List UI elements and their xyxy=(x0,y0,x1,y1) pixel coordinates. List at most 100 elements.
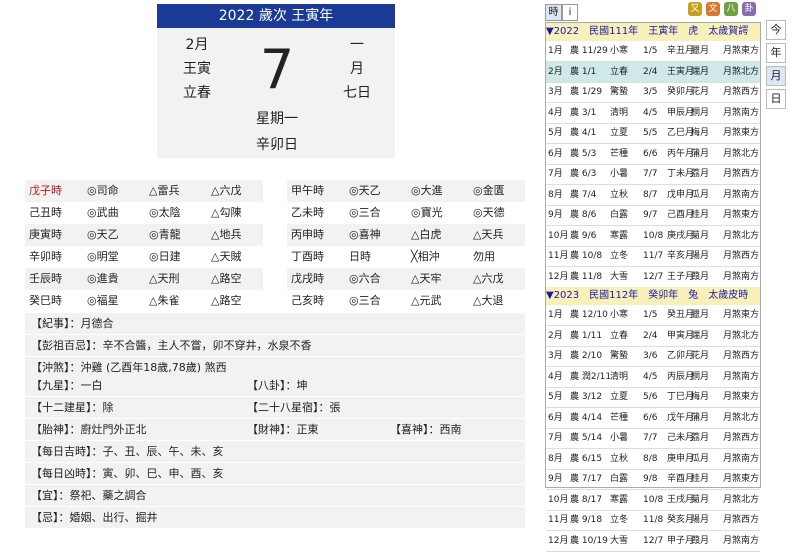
month-cell: 月煞東方 xyxy=(723,392,760,402)
lunar-month-number: 一 xyxy=(350,37,364,53)
hour-name: 甲午時 xyxy=(291,184,324,197)
hour-name: 戊子時 xyxy=(29,184,62,197)
hour-attr: ◎天乙 xyxy=(87,228,119,241)
hour-name: 己丑時 xyxy=(29,206,62,219)
month-row[interactable]: 8月農 7/4 立秋 8/7 戊申月 瓜月 月煞南方 xyxy=(546,185,760,206)
hour-attr: ◎天德 xyxy=(473,206,505,219)
month-row[interactable]: 3月農 2/10 驚蟄 3/6 乙卯月 花月 月煞西方 xyxy=(546,346,760,367)
month-cell: 3/5 xyxy=(643,87,658,97)
month-cell: 桐月 xyxy=(691,371,710,382)
month-row[interactable]: 12月農 10/19 大雪 12/7 甲子月 葭月 月煞南方 xyxy=(546,531,760,552)
month-cell: 月煞西方 xyxy=(723,169,760,179)
month-cell: 己未月 xyxy=(667,433,695,443)
month-row[interactable]: 11月農 9/18 立冬 11/8 癸亥月 陽月 月煞西方 xyxy=(546,510,760,531)
year-section-header[interactable]: ▼2023 民國112年 癸卯年 兔 太歲皮時 xyxy=(546,287,760,305)
month-row[interactable]: 4月農 3/1 清明 4/5 甲辰月 桐月 月煞南方 xyxy=(546,103,760,124)
month-cell: 農 潤2/11 xyxy=(570,371,612,382)
month-cell: 葭月 xyxy=(691,271,710,282)
month-cell: 芒種 xyxy=(610,148,629,159)
month-cell: 花月 xyxy=(691,87,710,97)
icon-2[interactable]: 文 xyxy=(706,2,720,16)
month-row[interactable]: 11月農 10/8 立冬 11/7 辛亥月 陽月 月煞西方 xyxy=(546,246,760,267)
month-row[interactable]: 12月農 11/8 大雪 12/7 王子月 葭月 月煞南方 xyxy=(546,267,760,288)
icon-3[interactable]: 八 xyxy=(724,2,738,16)
month-cell: 4月 xyxy=(548,371,563,382)
info-pengzu: 【彭祖百忌】：辛不合醬，主人不嘗，卯不穿井，水泉不香 xyxy=(25,335,525,356)
month-row[interactable]: 6月農 4/14 芒種 6/6 戊午月 蒲月 月煞北方 xyxy=(546,408,760,429)
icon-1[interactable]: 又 xyxy=(688,2,702,16)
month-row[interactable]: 7月農 6/3 小暑 7/7 丁未月 荔月 月煞西方 xyxy=(546,164,760,185)
month-cell: 農 3/1 xyxy=(570,107,597,118)
month-row[interactable]: 7月農 5/14 小暑 7/7 己未月 荔月 月煞西方 xyxy=(546,428,760,449)
hour-attr: ◎青龍 xyxy=(149,228,181,241)
month-cell: 6/6 xyxy=(643,412,658,423)
month-cell: 6/6 xyxy=(643,148,658,159)
year-view-button[interactable]: 年 xyxy=(766,43,786,63)
month-row[interactable]: 3月農 1/29 驚蟄 3/5 癸卯月 花月 月煞西方 xyxy=(546,82,760,103)
hour-attr: ◎福星 xyxy=(87,294,119,307)
month-cell: 寒露 xyxy=(610,230,629,241)
month-cell: 丙午月 xyxy=(667,148,695,159)
month-cell: 月煞西方 xyxy=(723,251,760,261)
month-cell: 寒露 xyxy=(610,494,629,505)
month-cell: 桂月 xyxy=(691,474,710,484)
calendar-list: ▼2022 民國111年 王寅年 虎 太歲賀諤 1月農 11/29 小寒 1/5 辛丑月… xyxy=(545,22,761,552)
month-cell: 農 7/17 xyxy=(570,474,603,484)
hour-attr: ◎太陰 xyxy=(149,206,181,219)
hour-name: 乙未時 xyxy=(291,206,324,219)
hour-row: 戊戌時 ◎六合 △天牢 △六戊 xyxy=(287,268,525,290)
month-cell: 2/4 xyxy=(643,66,658,77)
month-row[interactable]: 4月農 潤2/11 清明 4/5 丙辰月 桐月 月煞南方 xyxy=(546,367,760,388)
month-cell: 月煞西方 xyxy=(723,87,760,97)
hour-row: 戊子時 ◎司命 △雷兵 △六戊 xyxy=(25,180,263,202)
month-cell: 癸卯月 xyxy=(667,87,695,97)
month-row[interactable]: 5月農 4/1 立夏 5/5 乙巳月 梅月 月煞東方 xyxy=(546,123,760,144)
hour-name: 丙申時 xyxy=(291,228,324,241)
month-cell: 農 11/29 xyxy=(570,46,608,56)
hour-row: 癸巳時 ◎福星 △朱雀 △路空 xyxy=(25,290,263,312)
month-cell: 庚戌月 xyxy=(667,230,695,241)
month-row[interactable]: 9月農 8/6 白露 9/7 己酉月 桂月 月煞東方 xyxy=(546,205,760,226)
month-row[interactable]: 2月農 1/1 立春 2/4 王寅月 端月 月煞北方 xyxy=(546,61,760,83)
month-cell: 陽月 xyxy=(691,515,710,525)
month-view-button[interactable]: 月 xyxy=(766,66,786,86)
xiusu-text: 【二十八星宿】：張 xyxy=(247,401,341,414)
month-cell: 月煞北方 xyxy=(723,230,760,241)
info-jishi-hours: 【每日吉時】：子、丑、辰、午、未、亥 xyxy=(25,441,525,462)
hour-attr: ◎大進 xyxy=(411,184,443,197)
month-cell: 月煞東方 xyxy=(723,210,760,220)
month-row[interactable]: 10月農 9/6 寒露 10/8 庚戌月 菊月 月煞北方 xyxy=(546,226,760,247)
info-xiongshi-hours: 【每日凶時】：寅、卯、巳、申、酉、亥 xyxy=(25,463,525,484)
tab-info[interactable]: i xyxy=(562,4,578,21)
year-section-header[interactable]: ▼2022 民國111年 王寅年 虎 太歲賀諤 xyxy=(546,23,760,41)
month-cell: 月煞北方 xyxy=(723,412,760,423)
hour-attr: △六戊 xyxy=(473,272,504,285)
hour-attr: ◎武曲 xyxy=(87,206,119,219)
month-cell: 小寒 xyxy=(610,46,629,56)
month-cell: 大雪 xyxy=(610,271,629,282)
month-row[interactable]: 9月農 7/17 白露 9/8 辛酉月 桂月 月煞東方 xyxy=(546,469,760,490)
month-cell: 4/5 xyxy=(643,107,658,118)
info-taishen: 【胎神】：廚灶門外正北 【財神】：正東 【喜神】：西南 xyxy=(25,419,525,440)
month-row[interactable]: 5月農 3/12 立夏 5/6 丁巳月 梅月 月煞東方 xyxy=(546,387,760,408)
hour-attr: △元武 xyxy=(411,294,442,307)
month-row[interactable]: 8月農 6/15 立秋 8/8 庚申月 瓜月 月煞南方 xyxy=(546,449,760,470)
month-cell: 11/7 xyxy=(643,251,664,261)
month-row[interactable]: 2月農 1/11 立春 2/4 甲寅月 端月 月煞北方 xyxy=(546,326,760,347)
info-ji: 【忌】：婚姻、出行、掘井 xyxy=(25,507,525,528)
icon-4[interactable]: 卦 xyxy=(742,2,756,16)
month-row[interactable]: 6月農 5/3 芒種 6/6 丙午月 蒲月 月煞北方 xyxy=(546,144,760,165)
year-header: 2022 歲次 王寅年 xyxy=(157,4,395,28)
month-row[interactable]: 10月農 8/17 寒露 10/8 王戌月 菊月 月煞北方 xyxy=(546,490,760,511)
month-cell: 乙巳月 xyxy=(667,128,695,138)
month-row[interactable]: 1月農 11/29 小寒 1/5 辛丑月 臘月 月煞東方 xyxy=(546,41,760,62)
day-view-button[interactable]: 日 xyxy=(766,89,786,109)
today-button[interactable]: 今 xyxy=(766,20,786,40)
month-row[interactable]: 1月農 12/10 小寒 1/5 癸丑月 臘月 月煞東方 xyxy=(546,305,760,326)
hour-attr: 日時 xyxy=(349,250,371,263)
hour-name: 壬辰時 xyxy=(29,272,62,285)
month-cell: 6月 xyxy=(548,412,563,423)
month-cell: 辛亥月 xyxy=(667,251,695,261)
month-cell: 辛丑月 xyxy=(667,46,695,56)
tab-shi[interactable]: 時 xyxy=(545,4,562,21)
